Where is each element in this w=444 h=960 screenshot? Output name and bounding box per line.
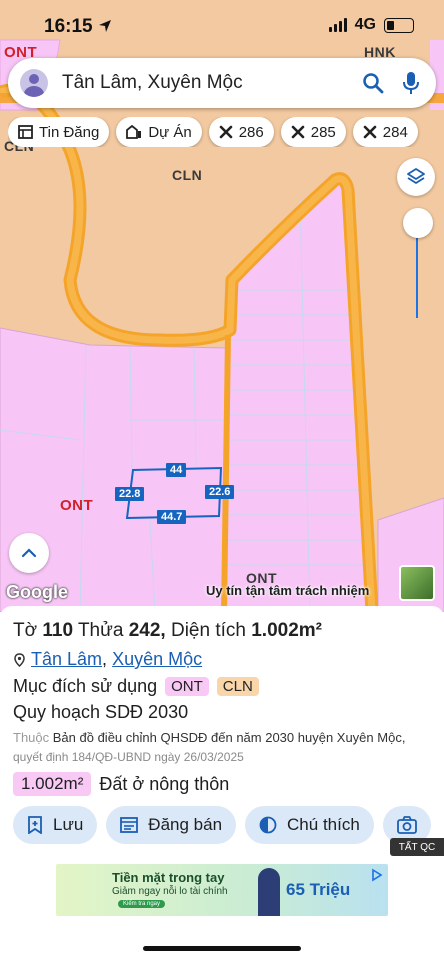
parcel-info-panel: Tờ 110 Thửa 242, Diện tích 1.002m² Tân L… xyxy=(0,606,444,960)
parcel-title: Tờ 110 Thửa 242, Diện tích 1.002m² xyxy=(13,620,323,641)
watermark-text: Uy tín tận tâm trách nhiệm xyxy=(206,583,370,598)
add-bookmark-icon xyxy=(28,816,42,834)
ad-subline: Giảm ngay nỗi lo tài chính xyxy=(112,886,228,897)
hide-ad-button[interactable]: TẤT QC xyxy=(390,838,444,856)
ad-banner[interactable]: Tiền mặt trong tay Giảm ngay nỗi lo tài … xyxy=(56,864,388,916)
google-logo: Google xyxy=(6,582,68,602)
purpose-tag-ont: ONT xyxy=(165,677,209,696)
district-link[interactable]: Xuyên Mộc xyxy=(112,649,202,669)
status-bar: 16:15 4G xyxy=(0,0,444,52)
signal-icon xyxy=(328,18,347,32)
area-land-type: Đất ở nông thôn xyxy=(99,773,230,794)
contrast-icon xyxy=(259,816,277,834)
plan-title: Quy hoạch SDĐ 2030 xyxy=(13,702,189,722)
location-pin-icon xyxy=(14,652,25,667)
chip-du-an[interactable]: Dự Án xyxy=(116,117,202,147)
area-summary: 1.002m² Đất ở nông thôn xyxy=(13,772,229,796)
ad-choices-icon[interactable] xyxy=(370,868,384,882)
area-badge: 1.002m² xyxy=(13,772,92,796)
account-avatar[interactable] xyxy=(20,69,48,97)
building-icon xyxy=(126,125,142,139)
purpose-tag-cln: CLN xyxy=(216,677,259,696)
newspaper-icon xyxy=(120,817,139,833)
camera-icon xyxy=(396,816,417,834)
search-bar[interactable]: Tân Lâm, Xuyên Mộc xyxy=(8,58,436,108)
table-icon xyxy=(18,125,33,139)
chip-tin-dang[interactable]: Tin Đăng xyxy=(8,117,110,147)
commune-link[interactable]: Tân Lâm xyxy=(31,649,102,669)
chevron-up-icon xyxy=(21,548,37,558)
post-sale-button[interactable]: Đăng bán xyxy=(106,806,237,844)
microphone-icon[interactable] xyxy=(402,71,420,95)
chip-284[interactable]: 284 xyxy=(352,117,418,147)
tools-icon xyxy=(291,125,305,139)
home-indicator[interactable] xyxy=(143,946,301,951)
parcel-edge-bottom: 44.7 xyxy=(157,510,187,524)
legend-button[interactable]: Chú thích xyxy=(245,806,374,844)
search-input[interactable]: Tân Lâm, Xuyên Mộc xyxy=(62,72,362,94)
network-type: 4G xyxy=(354,16,376,33)
zone-label-cln-center: CLN xyxy=(172,167,203,183)
plan-description: Thuộc Bản đồ điều chỉnh QHSDĐ đến năm 20… xyxy=(13,730,406,764)
ad-person-image xyxy=(258,868,280,916)
layers-button[interactable] xyxy=(397,158,435,196)
opacity-slider-track[interactable] xyxy=(416,238,418,318)
location-arrow-icon xyxy=(98,20,111,32)
parcel-location: Tân Lâm, Xuyên Mộc xyxy=(14,649,202,670)
expand-panel-button[interactable] xyxy=(9,533,49,573)
layers-icon xyxy=(407,168,425,184)
watermark-avatar[interactable] xyxy=(399,565,435,601)
action-buttons: Lưu Đăng bán Chú thích xyxy=(13,806,444,844)
filter-chips: Tin Đăng Dự Án 286 285 284 xyxy=(8,117,444,147)
land-purpose: Mục đích sử dụng ONT CLN xyxy=(13,676,259,697)
battery-icon xyxy=(384,17,414,33)
tools-icon xyxy=(363,125,377,139)
status-indicators: 4G xyxy=(328,16,414,34)
save-button[interactable]: Lưu xyxy=(13,806,98,844)
ad-headline: Tiền mặt trong tay xyxy=(112,870,225,885)
zone-label-ont-left: ONT xyxy=(60,497,94,514)
parcel-edge-left: 22.8 xyxy=(115,487,145,501)
search-icon[interactable] xyxy=(362,72,384,94)
chip-286[interactable]: 286 xyxy=(208,117,274,147)
opacity-slider-knob[interactable] xyxy=(403,208,433,238)
ad-amount: 65 Triệu xyxy=(286,880,351,899)
status-time: 16:15 xyxy=(44,16,112,38)
tools-icon xyxy=(219,125,233,139)
ad-cta[interactable]: Kiểm tra ngay xyxy=(118,900,166,908)
parcel-edge-right: 22.6 xyxy=(205,485,235,499)
chip-285[interactable]: 285 xyxy=(280,117,346,147)
parcel-edge-top: 44 xyxy=(166,463,187,477)
